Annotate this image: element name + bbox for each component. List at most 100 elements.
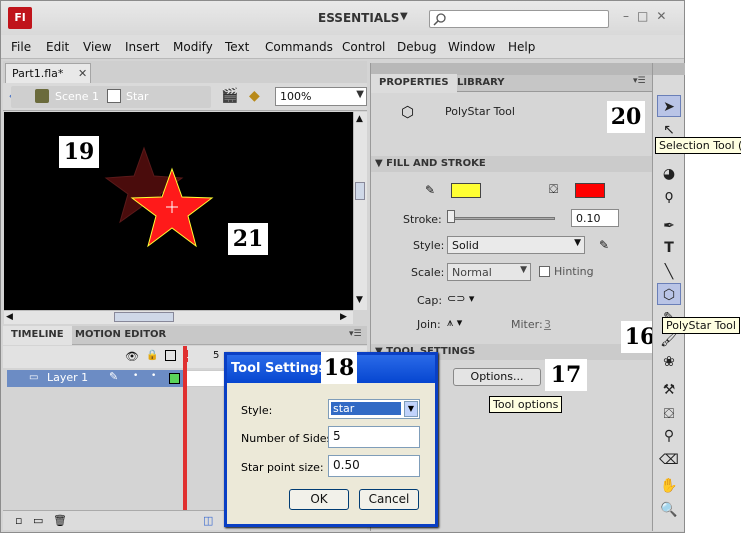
sides-input[interactable]: 5 [328,426,420,448]
3d-rotation-tool-icon[interactable]: ◕ [657,163,681,185]
layer-color-box[interactable] [169,373,180,384]
breadcrumb: Scene 1 Star [11,86,211,108]
vertical-scrollbar[interactable]: ▲ ▼ [353,112,367,310]
stroke-slider-handle[interactable] [447,210,455,223]
outline-icon[interactable] [165,350,176,361]
document-tab[interactable]: Part1.fla* ✕ [5,63,91,83]
menu-edit[interactable]: Edit [46,40,69,54]
ok-button[interactable]: OK [289,489,349,510]
menu-insert[interactable]: Insert [125,40,159,54]
point-size-input[interactable]: 0.50 [328,455,420,477]
stage-canvas [104,146,214,248]
onion-skin-icon[interactable]: ◫ [203,514,213,527]
cap-select[interactable]: ⊂⊃ ▾ [447,292,474,305]
polystar-tool-icon[interactable]: ⬡ [657,283,681,305]
panel-menu-icon[interactable]: ▾☰ [633,76,646,86]
menu-commands[interactable]: Commands [265,40,333,54]
eye-icon[interactable]: 👁 [125,350,139,363]
chevron-down-icon[interactable]: ▼ [400,11,408,22]
edit-style-icon[interactable]: ✎ [599,238,609,252]
bone-tool-icon[interactable]: ⚒ [657,379,681,401]
chevron-down-icon[interactable]: ▼ [404,401,418,417]
selection-tool-icon[interactable]: ➤ [657,95,681,117]
scroll-up-icon[interactable]: ▲ [356,114,363,124]
breadcrumb-scene[interactable]: Scene 1 [55,90,99,103]
menu-file[interactable]: File [11,40,31,54]
tab-properties[interactable]: PROPERTIES [371,74,457,93]
new-folder-icon[interactable]: ▭ [33,514,43,527]
chevron-down-icon[interactable]: ▼ [574,238,581,248]
cancel-button[interactable]: Cancel [359,489,419,510]
scale-select[interactable]: Normal ▼ [447,263,531,281]
stroke-input[interactable]: 0.10 [571,209,619,227]
hinting-checkbox[interactable] [539,266,550,277]
hand-tool-icon[interactable]: ✋ [657,475,681,497]
scroll-right-icon[interactable]: ▶ [340,312,347,322]
zoom-select[interactable]: 100% ▼ [275,87,367,106]
menu-window[interactable]: Window [448,40,495,54]
stage[interactable]: 19 21 [4,112,353,310]
miter-value[interactable]: 3 [544,318,551,331]
lasso-tool-icon[interactable]: ϙ [657,185,681,207]
tab-motion-editor[interactable]: MOTION EDITOR [67,326,174,345]
paint-bucket-icon: ⛋ [549,182,559,196]
new-layer-icon[interactable]: ▫ [15,514,22,527]
edit-scene-icon[interactable]: 🎬 [221,88,238,104]
visibility-dot[interactable]: • [133,371,138,381]
zoom-value: 100% [280,90,312,103]
scroll-thumb[interactable] [355,182,365,200]
menu-help[interactable]: Help [508,40,535,54]
horizontal-scrollbar[interactable]: ◀ ▶ [4,310,353,324]
scroll-left-icon[interactable]: ◀ [6,312,13,322]
line-tool-icon[interactable]: ╲ [657,261,681,283]
chevron-down-icon[interactable]: ▼ [520,265,527,275]
pen-tool-icon[interactable]: ✒ [657,215,681,237]
tool-settings-dialog: Tool Settings 18 Style: star ▼ Number of… [224,352,438,527]
fill-color-swatch[interactable] [575,183,605,198]
callout-21: 21 [228,223,268,255]
tools-collapse-bar[interactable] [653,63,685,75]
zoom-tool-icon[interactable]: 🔍 [657,499,681,521]
options-button[interactable]: Options... [453,368,541,386]
stroke-color-swatch[interactable] [451,183,481,198]
paint-bucket-tool-icon[interactable]: ⛋ [657,403,681,425]
edit-symbols-icon[interactable]: ◆ [249,88,260,104]
panel-menu-icon[interactable]: ▾☰ [349,329,362,339]
menu-modify[interactable]: Modify [173,40,213,54]
scroll-down-icon[interactable]: ▼ [356,295,363,305]
menu-text[interactable]: Text [225,40,249,54]
window-controls[interactable]: –□✕ [623,9,674,23]
workspace-switcher[interactable]: ESSENTIALS [318,11,399,25]
tab-library[interactable]: LIBRARY [449,74,513,93]
join-select[interactable]: ⩚ ▾ [447,316,462,330]
style-select[interactable]: Solid ▼ [447,236,585,254]
search-input[interactable] [429,10,609,28]
breadcrumb-symbol[interactable]: Star [126,90,149,103]
hinting-label: Hinting [554,265,594,278]
menu-control[interactable]: Control [342,40,385,54]
dialog-style-select[interactable]: star ▼ [328,399,420,419]
flash-logo: Fl [8,7,32,29]
lock-dot[interactable]: • [151,371,156,381]
trash-icon[interactable]: 🗑 [53,514,67,527]
layer-name[interactable]: Layer 1 [47,371,88,384]
text-tool-icon[interactable]: T [657,237,681,259]
layer-row[interactable]: ▭ Layer 1 ✎ • • [7,370,183,387]
tab-timeline[interactable]: TIMELINE [3,326,72,345]
deco-tool-icon[interactable]: ❀ [657,351,681,373]
playhead[interactable] [183,346,187,516]
close-icon[interactable]: ✕ [78,67,87,80]
eyedropper-tool-icon[interactable]: ⚲ [657,425,681,447]
section-fill-stroke[interactable]: ▼ FILL AND STROKE [371,156,652,172]
callout-19: 19 [59,136,99,168]
close-icon[interactable]: ✕ [656,9,674,23]
lock-icon[interactable]: 🔒 [146,350,158,361]
eraser-tool-icon[interactable]: ⌫ [657,449,681,471]
scroll-thumb[interactable] [114,312,174,322]
menu-view[interactable]: View [83,40,111,54]
chevron-down-icon[interactable]: ▼ [356,89,364,100]
minimize-icon[interactable]: – [623,9,637,23]
menu-debug[interactable]: Debug [397,40,436,54]
stroke-slider[interactable] [447,217,555,220]
maximize-icon[interactable]: □ [637,9,656,23]
